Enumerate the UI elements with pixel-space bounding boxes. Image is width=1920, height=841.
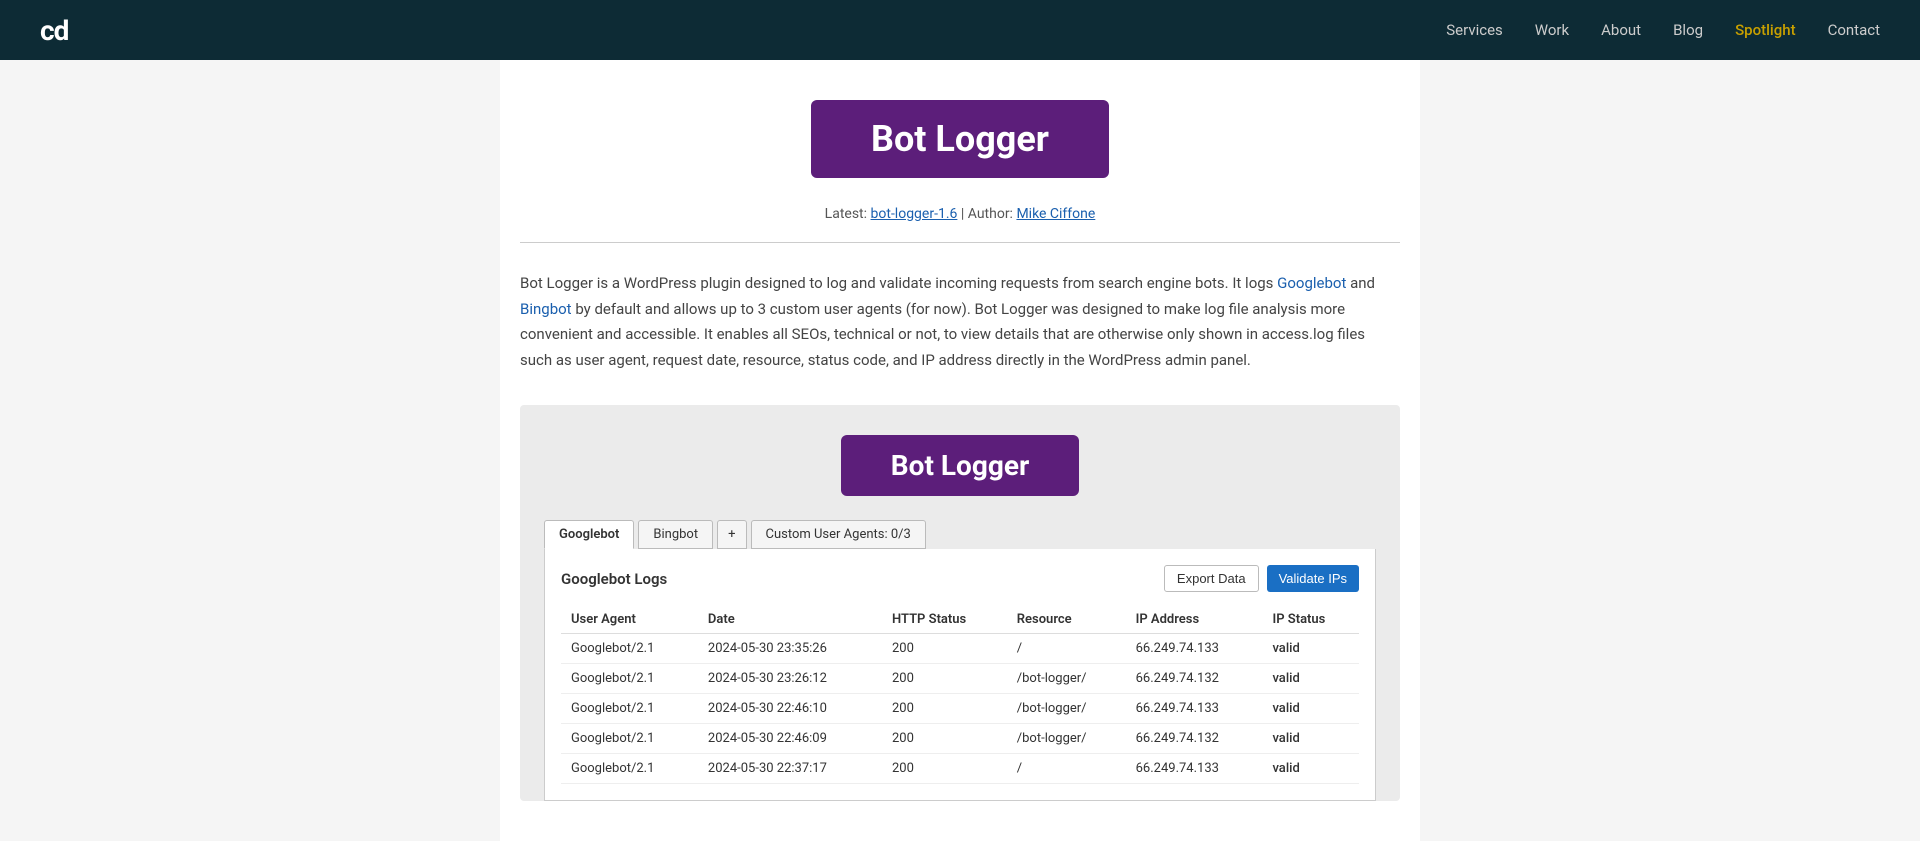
cell-user-agent: Googlebot/2.1 [561,664,698,694]
inner-hero-badge: Bot Logger [841,435,1079,496]
table-row: Googlebot/2.1 2024-05-30 22:46:09 200 /b… [561,724,1359,754]
cell-date: 2024-05-30 22:46:10 [698,694,882,724]
site-logo[interactable]: cd [40,14,68,47]
table-body: Googlebot/2.1 2024-05-30 23:35:26 200 / … [561,634,1359,784]
screenshot-box: Bot Logger Googlebot Bingbot + Custom Us… [520,405,1400,801]
cell-ip-address: 66.249.74.133 [1126,754,1263,784]
site-header: cd Services Work About Blog Spotlight Co… [0,0,1920,60]
tab-add[interactable]: + [717,520,746,549]
logs-panel: Googlebot Logs Export Data Validate IPs … [544,549,1376,801]
meta-author-label: Author: [968,206,1013,222]
cell-ip-status: valid [1262,754,1359,784]
panel-title: Googlebot Logs [561,570,667,588]
cell-ip-status: valid [1262,664,1359,694]
table-row: Googlebot/2.1 2024-05-30 23:26:12 200 /b… [561,664,1359,694]
hero-title-wrap: Bot Logger [520,100,1400,178]
cell-ip-status: valid [1262,724,1359,754]
nav-blog[interactable]: Blog [1673,21,1703,39]
cell-resource: /bot-logger/ [1007,664,1126,694]
col-ip-status: IP Status [1262,606,1359,634]
table-row: Googlebot/2.1 2024-05-30 22:46:10 200 /b… [561,694,1359,724]
plugin-description: Bot Logger is a WordPress plugin designe… [520,271,1400,373]
meta-latest-link[interactable]: bot-logger-1.6 [871,206,958,222]
nav-about[interactable]: About [1601,21,1641,39]
cell-date: 2024-05-30 22:46:09 [698,724,882,754]
cell-user-agent: Googlebot/2.1 [561,634,698,664]
logs-table: User Agent Date HTTP Status Resource IP … [561,606,1359,784]
table-header: User Agent Date HTTP Status Resource IP … [561,606,1359,634]
cell-ip-status: valid [1262,694,1359,724]
export-button[interactable]: Export Data [1164,565,1259,592]
col-http-status: HTTP Status [882,606,1007,634]
cell-ip-status: valid [1262,634,1359,664]
meta-author-link[interactable]: Mike Ciffone [1016,206,1095,222]
col-user-agent: User Agent [561,606,698,634]
cell-resource: / [1007,634,1126,664]
nav-work[interactable]: Work [1535,21,1569,39]
cell-http-status: 200 [882,724,1007,754]
cell-ip-address: 66.249.74.133 [1126,694,1263,724]
table-row: Googlebot/2.1 2024-05-30 22:37:17 200 / … [561,754,1359,784]
cell-user-agent: Googlebot/2.1 [561,694,698,724]
cell-ip-address: 66.249.74.132 [1126,664,1263,694]
cell-date: 2024-05-30 23:26:12 [698,664,882,694]
col-date: Date [698,606,882,634]
cell-user-agent: Googlebot/2.1 [561,724,698,754]
bingbot-link[interactable]: Bingbot [520,300,572,318]
table-row: Googlebot/2.1 2024-05-30 23:35:26 200 / … [561,634,1359,664]
meta-line: Latest: bot-logger-1.6 | Author: Mike Ci… [520,206,1400,222]
col-resource: Resource [1007,606,1126,634]
main-nav: Services Work About Blog Spotlight Conta… [1446,21,1880,39]
main-content: Bot Logger Latest: bot-logger-1.6 | Auth… [500,60,1420,841]
cell-user-agent: Googlebot/2.1 [561,754,698,784]
cell-date: 2024-05-30 23:35:26 [698,634,882,664]
cell-http-status: 200 [882,664,1007,694]
tabs-row: Googlebot Bingbot + Custom User Agents: … [544,520,1376,549]
cell-http-status: 200 [882,694,1007,724]
cell-ip-address: 66.249.74.133 [1126,634,1263,664]
nav-services[interactable]: Services [1446,21,1503,39]
meta-separator: | [961,206,968,222]
hero-title-badge: Bot Logger [811,100,1109,178]
content-divider [520,242,1400,243]
panel-actions: Export Data Validate IPs [1164,565,1359,592]
cell-ip-address: 66.249.74.132 [1126,724,1263,754]
cell-date: 2024-05-30 22:37:17 [698,754,882,784]
cell-resource: / [1007,754,1126,784]
nav-spotlight[interactable]: Spotlight [1735,21,1796,39]
meta-latest-label: Latest: [825,206,867,222]
nav-contact[interactable]: Contact [1828,21,1880,39]
inner-hero-wrap: Bot Logger [544,435,1376,496]
googlebot-link[interactable]: Googlebot [1277,274,1346,292]
cell-resource: /bot-logger/ [1007,694,1126,724]
tab-custom[interactable]: Custom User Agents: 0/3 [751,520,926,549]
cell-http-status: 200 [882,754,1007,784]
tab-bingbot[interactable]: Bingbot [638,520,713,549]
panel-header: Googlebot Logs Export Data Validate IPs [561,565,1359,592]
cell-http-status: 200 [882,634,1007,664]
tab-googlebot[interactable]: Googlebot [544,520,634,549]
validate-button[interactable]: Validate IPs [1267,565,1359,592]
cell-resource: /bot-logger/ [1007,724,1126,754]
col-ip-address: IP Address [1126,606,1263,634]
